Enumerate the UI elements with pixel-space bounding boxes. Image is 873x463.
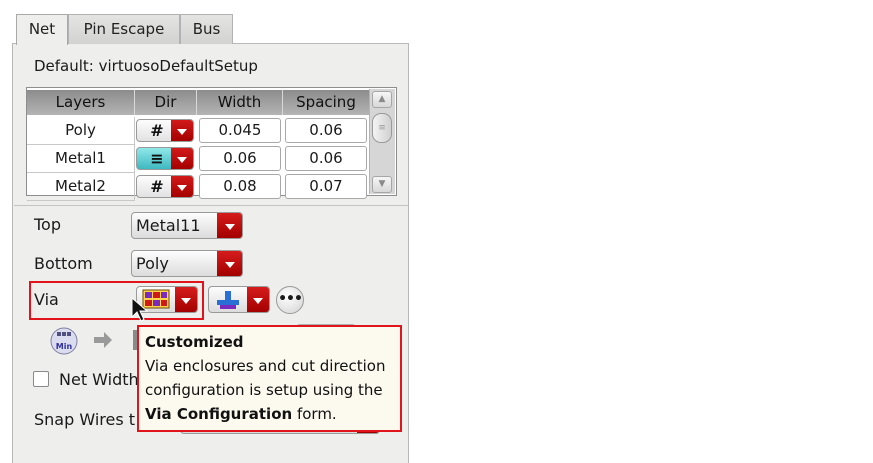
column-header-dir[interactable]: Dir (135, 90, 197, 115)
spacing-field[interactable]: 0.07 (285, 174, 367, 199)
horizontal-lines-icon: ≡ (150, 149, 164, 168)
mouse-cursor-icon (131, 297, 148, 322)
dir-dropdown[interactable]: # (136, 119, 194, 142)
default-setup-label: Default: virtuosoDefaultSetup (34, 57, 258, 75)
table-row-layer[interactable]: Metal2 (27, 173, 135, 201)
net-width-checkbox[interactable] (33, 371, 49, 387)
scroll-up-icon[interactable]: ▲ (372, 91, 392, 108)
dir-dropdown[interactable]: ≡ (136, 147, 194, 170)
via-stack-button[interactable] (208, 286, 270, 313)
table-row-layer[interactable]: Metal1 (27, 145, 135, 173)
tooltip-line-rest: form. (292, 405, 337, 423)
chevron-down-icon[interactable] (217, 251, 242, 276)
min-via-icon[interactable]: Min (49, 327, 79, 355)
tooltip-line: Via Configuration form. (145, 402, 400, 426)
bottom-layer-value: Poly (136, 254, 169, 273)
dir-dropdown[interactable]: # (136, 175, 194, 198)
scroll-thumb[interactable]: ≡ (372, 113, 392, 143)
tab-pin-escape[interactable]: Pin Escape (68, 14, 180, 44)
divider (14, 205, 408, 206)
via-tooltip: Customized Via enclosures and cut direct… (137, 325, 402, 432)
column-header-width[interactable]: Width (197, 90, 283, 115)
arrow-right-icon[interactable] (92, 330, 114, 350)
tab-bus[interactable]: Bus (180, 14, 233, 44)
column-header-spacing[interactable]: Spacing (283, 90, 369, 115)
snap-wires-label: Snap Wires t (34, 410, 136, 429)
chevron-down-icon[interactable] (217, 213, 242, 238)
bottom-layer-select[interactable]: Poly (131, 250, 243, 277)
top-layer-value: Metal11 (136, 216, 201, 235)
grid-icon: # (150, 121, 164, 140)
width-field[interactable]: 0.06 (199, 146, 281, 171)
chevron-down-icon[interactable] (175, 287, 197, 312)
tooltip-line: configuration is setup using the (145, 381, 383, 399)
grid-icon: # (150, 177, 164, 196)
net-width-label: Net Width (59, 370, 139, 389)
width-field[interactable]: 0.045 (199, 118, 281, 143)
top-label: Top (34, 215, 61, 234)
top-layer-select[interactable]: Metal11 (131, 212, 243, 239)
tooltip-line: Via enclosures and cut direction (145, 357, 386, 375)
chevron-down-icon[interactable] (247, 287, 269, 312)
spacing-field[interactable]: 0.06 (285, 118, 367, 143)
more-options-button[interactable]: ••• (276, 286, 304, 314)
tab-net[interactable]: Net (16, 14, 68, 45)
tooltip-title: Customized (145, 333, 244, 351)
table-row-layer[interactable]: Poly (27, 117, 135, 145)
chevron-down-icon[interactable] (171, 120, 193, 141)
bottom-label: Bottom (34, 254, 93, 273)
scroll-down-icon[interactable]: ▼ (372, 176, 392, 193)
svg-text:Min: Min (56, 342, 73, 351)
width-field[interactable]: 0.08 (199, 174, 281, 199)
spacing-field[interactable]: 0.06 (285, 146, 367, 171)
tooltip-bold-link: Via Configuration (145, 405, 293, 423)
via-stack-icon (217, 291, 239, 309)
chevron-down-icon[interactable] (171, 176, 193, 197)
column-header-layers[interactable]: Layers (27, 90, 135, 115)
chevron-down-icon[interactable] (171, 148, 193, 169)
